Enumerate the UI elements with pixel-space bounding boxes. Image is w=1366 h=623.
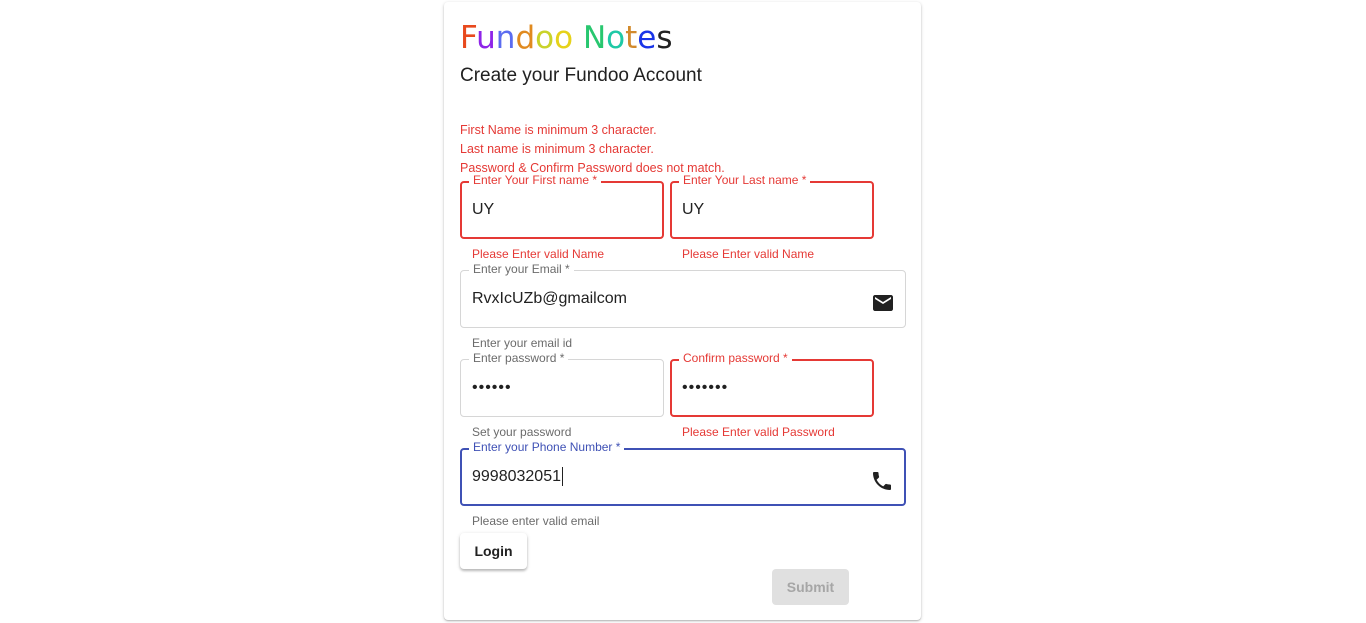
logo-letter: N: [582, 20, 607, 56]
password-helper: Set your password: [472, 425, 572, 439]
login-button[interactable]: Login: [460, 533, 527, 569]
logo-letter: o: [535, 20, 555, 56]
error-message: First Name is minimum 3 character.: [460, 123, 657, 137]
logo-letter: [573, 20, 583, 56]
confirm-password-label: Confirm password *: [679, 350, 792, 366]
confirm-password-helper: Please Enter valid Password: [682, 425, 835, 439]
phone-value: 9998032051: [472, 468, 561, 485]
password-field[interactable]: Enter password * ••••••: [460, 350, 664, 417]
text-caret: [561, 467, 563, 487]
submit-button[interactable]: Submit: [772, 569, 849, 605]
first-name-helper: Please Enter valid Name: [472, 247, 605, 261]
email-helper: Enter your email id: [472, 336, 573, 350]
confirm-password-input[interactable]: •••••••: [682, 377, 728, 399]
confirm-password-field[interactable]: Confirm password * •••••••: [670, 350, 874, 417]
last-name-field[interactable]: Enter Your Last name * UY: [670, 172, 874, 239]
password-input[interactable]: ••••••: [472, 377, 512, 399]
app-logo: Fundoo Notes: [460, 20, 673, 56]
phone-input[interactable]: 9998032051: [472, 466, 563, 488]
first-name-label: Enter Your First name *: [469, 172, 602, 188]
error-summary: First Name is minimum 3 character. Last …: [460, 121, 725, 178]
logo-letter: d: [515, 20, 536, 56]
logo-letter: o: [554, 20, 574, 56]
email-field[interactable]: Enter your Email * RvxIcUZb@gmailcom: [460, 261, 906, 328]
mail-icon: [873, 295, 893, 311]
phone-field[interactable]: Enter your Phone Number * 9998032051: [460, 439, 906, 506]
logo-letter: e: [637, 20, 657, 56]
last-name-input[interactable]: UY: [682, 199, 704, 221]
email-input[interactable]: RvxIcUZb@gmailcom: [472, 288, 627, 310]
password-label: Enter password *: [469, 350, 569, 366]
phone-label: Enter your Phone Number *: [469, 439, 625, 455]
last-name-label: Enter Your Last name *: [679, 172, 811, 188]
logo-letter: t: [625, 20, 638, 56]
logo-letter: s: [656, 20, 673, 56]
logo-letter: o: [606, 20, 626, 56]
logo-letter: n: [495, 20, 516, 56]
last-name-helper: Please Enter valid Name: [682, 247, 815, 261]
signup-card: Fundoo Notes Create your Fundoo Account …: [444, 2, 921, 620]
logo-letter: F: [460, 20, 477, 56]
phone-helper: Please enter valid email: [472, 514, 600, 528]
first-name-field[interactable]: Enter Your First name * UY: [460, 172, 664, 239]
page-title: Create your Fundoo Account: [460, 65, 702, 86]
logo-letter: u: [476, 20, 496, 56]
error-message: Last name is minimum 3 character.: [460, 142, 654, 156]
phone-icon: [873, 472, 891, 490]
first-name-input[interactable]: UY: [472, 199, 494, 221]
email-label: Enter your Email *: [469, 261, 574, 277]
